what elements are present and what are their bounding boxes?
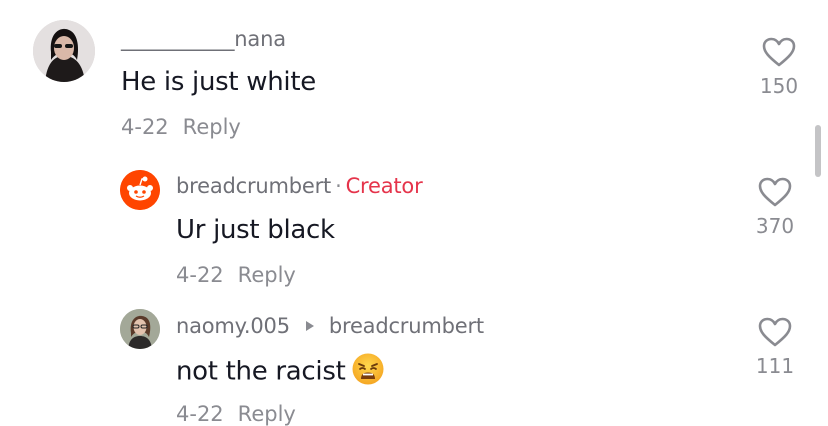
heart-outline-icon	[758, 177, 792, 207]
comment-username-row: naomy.005 breadcrumbert	[176, 314, 484, 338]
comment-username[interactable]: ___________nana	[121, 27, 286, 51]
heart-outline-icon	[758, 317, 792, 347]
comment-text: Ur just black	[176, 215, 335, 245]
like-button[interactable]: 150	[749, 36, 809, 98]
separator-dot: ·	[335, 174, 342, 198]
caret-right-icon	[306, 321, 315, 331]
like-count: 370	[755, 214, 795, 238]
reply-button[interactable]: Reply	[183, 115, 241, 139]
comment-date: 4-22	[121, 115, 169, 139]
comment-date: 4-22	[176, 402, 224, 426]
comment-username[interactable]: breadcrumbert	[176, 174, 331, 198]
like-count: 111	[755, 354, 795, 378]
user-avatar[interactable]	[33, 20, 95, 82]
like-count: 150	[759, 74, 799, 98]
heart-outline-icon	[762, 37, 796, 67]
comment-username-row: breadcrumbert · Creator	[176, 174, 423, 198]
scrollbar-thumb[interactable]	[815, 125, 821, 177]
reddit-snoo-icon	[120, 170, 160, 210]
comment-text-content: not the racist	[176, 356, 346, 387]
user-avatar[interactable]	[120, 170, 160, 210]
user-avatar[interactable]	[120, 309, 160, 349]
like-button[interactable]: 370	[745, 176, 805, 238]
comment-text: not the racist	[176, 353, 385, 389]
creator-badge: Creator	[345, 174, 423, 198]
reply-button[interactable]: Reply	[238, 402, 296, 426]
weary-face-emoji	[352, 353, 384, 385]
comment-date: 4-22	[176, 263, 224, 287]
reply-to-username[interactable]: breadcrumbert	[329, 314, 484, 338]
reply-button[interactable]: Reply	[238, 263, 296, 287]
comment-meta: 4-22 Reply	[121, 115, 241, 139]
comment-meta: 4-22 Reply	[176, 402, 296, 426]
comment-username[interactable]: naomy.005	[176, 314, 290, 338]
like-button[interactable]: 111	[745, 316, 805, 378]
comment-meta: 4-22 Reply	[176, 263, 296, 287]
comment-text: He is just white	[121, 67, 316, 97]
